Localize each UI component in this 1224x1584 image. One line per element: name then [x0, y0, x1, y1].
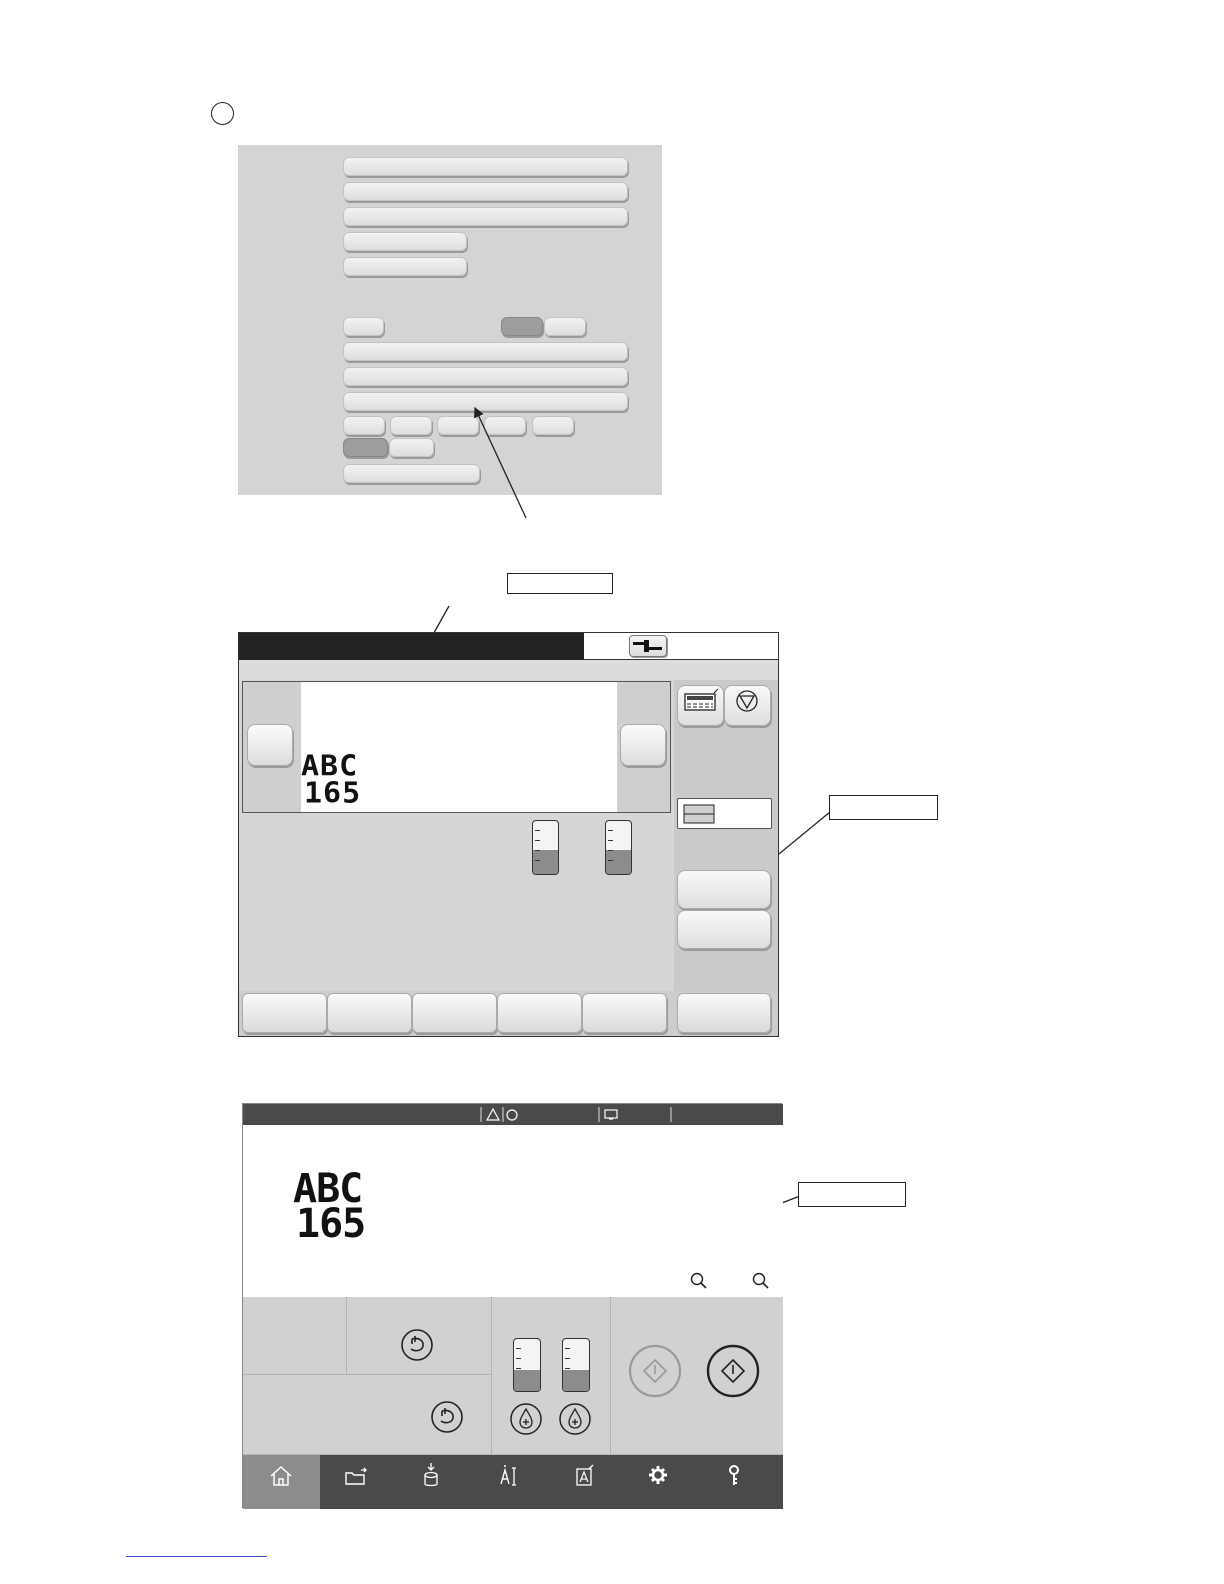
setting-field-3[interactable]: [343, 207, 628, 226]
small-option-3[interactable]: [437, 416, 479, 435]
preview-line-2: 165: [296, 1201, 366, 1247]
connector-icon: [633, 640, 662, 652]
ink-tank-gauge: [513, 1338, 541, 1392]
small-option-1[interactable]: [343, 416, 385, 435]
makeup-tank-gauge: [562, 1338, 590, 1392]
message-preview: ABC 165: [243, 1125, 783, 1297]
key-icon: [729, 1465, 739, 1485]
small-option-6[interactable]: [389, 438, 434, 457]
ink-tank-gauge: [532, 820, 559, 875]
step-marker: [211, 102, 234, 125]
nav-home[interactable]: [243, 1448, 320, 1509]
folder-icon: [345, 1467, 367, 1485]
nav-ink-supply[interactable]: [397, 1455, 474, 1509]
display-icon: [604, 1109, 618, 1119]
option-button-selected[interactable]: [501, 317, 543, 336]
setting-field-9[interactable]: [343, 464, 480, 483]
classic-print-screen: ABC 165: [238, 632, 779, 1037]
setting-field-7[interactable]: [343, 367, 628, 386]
setting-field-2[interactable]: [343, 182, 628, 201]
ink-level-cell: [492, 1297, 611, 1455]
layout-indicator[interactable]: [677, 798, 772, 829]
control-button-2[interactable]: [677, 910, 771, 949]
connector-button[interactable]: [629, 635, 667, 657]
makeup-tank-gauge: [605, 820, 632, 875]
status-circle-icon: [506, 1109, 518, 1121]
print-control-cell: [611, 1297, 783, 1455]
nav-text-frame[interactable]: [551, 1455, 628, 1509]
small-option-2[interactable]: [390, 416, 432, 435]
menu-button-5[interactable]: [582, 993, 667, 1033]
print-start-disabled-icon[interactable]: [627, 1343, 683, 1399]
gear-icon: [649, 1466, 667, 1484]
zoom-in-icon[interactable]: [751, 1271, 771, 1291]
right-control-column: [674, 680, 778, 991]
add-makeup-icon[interactable]: [558, 1402, 592, 1436]
setting-field-8[interactable]: [343, 392, 628, 411]
status-area: [584, 633, 778, 660]
message-preview: ABC 165: [301, 682, 617, 812]
small-option-selected[interactable]: [343, 438, 388, 457]
text-frame-icon: [576, 1464, 594, 1486]
menu-button-2[interactable]: [327, 993, 412, 1033]
ink-download-icon: [424, 1463, 438, 1487]
info-cell-3: [243, 1375, 492, 1455]
zoom-out-icon[interactable]: [689, 1271, 709, 1291]
add-ink-icon[interactable]: [509, 1402, 543, 1436]
nav-files[interactable]: [320, 1455, 397, 1509]
setting-field-5[interactable]: [343, 257, 467, 276]
nav-settings[interactable]: [628, 1455, 705, 1509]
footer-link[interactable]: [126, 1556, 267, 1557]
nav-text-edit[interactable]: [474, 1455, 551, 1509]
status-icons: [480, 1107, 672, 1122]
menu-button-4[interactable]: [497, 993, 582, 1033]
message-button[interactable]: [677, 685, 724, 726]
modern-print-screen: ABC 165: [242, 1103, 783, 1509]
small-option-5[interactable]: [532, 416, 574, 435]
scroll-left-button[interactable]: [247, 724, 293, 766]
reset-icon[interactable]: [429, 1399, 465, 1435]
reset-icon[interactable]: [399, 1327, 435, 1363]
setting-field-1[interactable]: [343, 157, 628, 176]
option-button-b[interactable]: [544, 317, 586, 336]
nav-access[interactable]: [705, 1455, 782, 1509]
home-icon: [270, 1448, 292, 1486]
control-button-1[interactable]: [677, 870, 771, 909]
bottom-navigation: [243, 1448, 783, 1509]
option-button-a[interactable]: [343, 317, 384, 336]
small-option-4[interactable]: [484, 416, 526, 435]
callout-box-right: [829, 795, 938, 820]
bottom-menu-bar: [239, 991, 778, 1036]
callout-box-top: [507, 573, 613, 594]
menu-button-right[interactable]: [677, 993, 771, 1033]
layout-icon: [683, 804, 715, 824]
info-strip: [239, 660, 778, 680]
menu-button-1[interactable]: [242, 993, 327, 1033]
menu-button-3[interactable]: [412, 993, 497, 1033]
status-bar: [243, 1104, 783, 1125]
title-bar: [239, 633, 584, 660]
text-edit-icon: [500, 1465, 516, 1486]
stop-button[interactable]: [724, 685, 771, 726]
settings-form-panel: [238, 145, 662, 495]
callout-box-bottom: [798, 1182, 906, 1207]
message-icon: [684, 688, 719, 711]
setting-field-4[interactable]: [343, 232, 467, 251]
scroll-right-button[interactable]: [620, 724, 666, 766]
message-preview-frame: ABC 165: [242, 681, 671, 813]
info-cell-1: [243, 1297, 347, 1375]
info-cell-2: [347, 1297, 492, 1375]
setting-field-6[interactable]: [343, 342, 628, 361]
control-area: [243, 1297, 783, 1455]
stop-icon: [736, 690, 758, 712]
print-start-icon[interactable]: [705, 1343, 761, 1399]
warning-icon: [485, 1107, 501, 1121]
preview-line-2: 165: [304, 776, 362, 811]
